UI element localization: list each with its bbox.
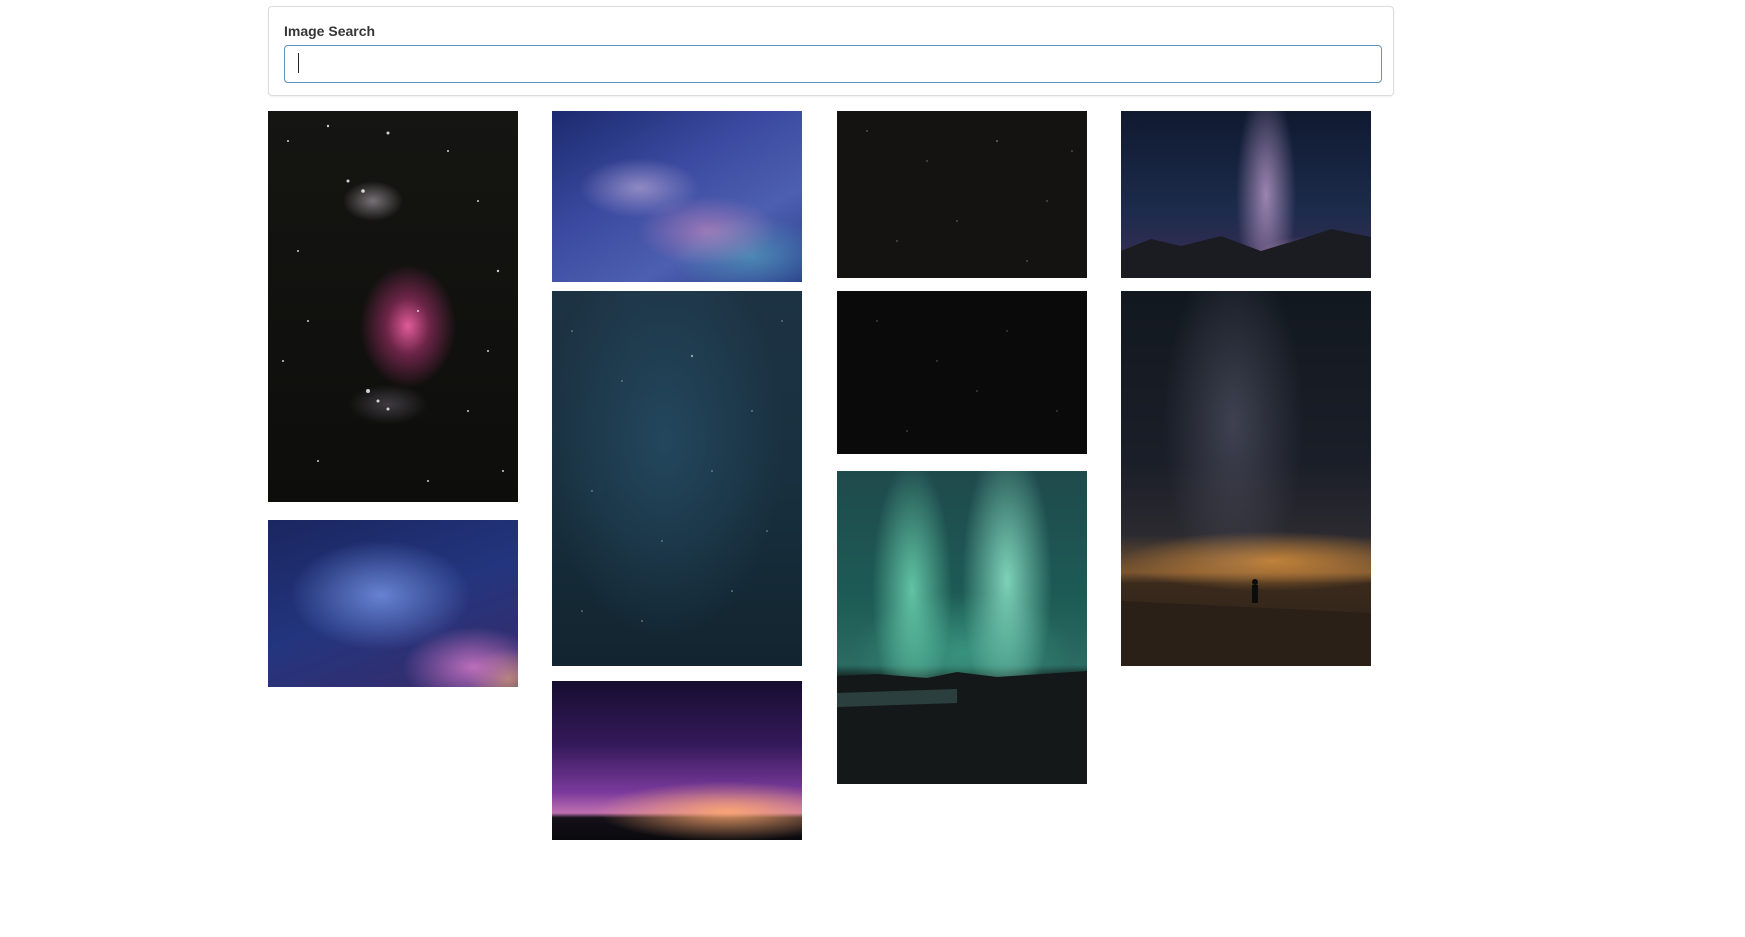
text-cursor xyxy=(298,53,299,73)
star-field-overlay xyxy=(571,320,783,622)
search-label: Image Search xyxy=(284,23,376,39)
gallery-image-teal-star-field[interactable] xyxy=(552,291,802,666)
landscape-silhouette xyxy=(837,671,1087,784)
gallery-image-aurora-borealis[interactable] xyxy=(837,471,1087,784)
star-field-overlay xyxy=(866,130,1073,262)
star-field-overlay xyxy=(282,124,504,482)
search-card: Image Search xyxy=(268,6,1394,96)
gallery-image-blue-milky-way[interactable] xyxy=(552,111,802,282)
gallery-image-dark-star-field-2[interactable] xyxy=(837,291,1087,454)
gallery-image-orion-nebula[interactable] xyxy=(268,111,518,502)
gallery-image-dark-star-field-1[interactable] xyxy=(837,111,1087,278)
star-field-overlay xyxy=(876,320,1058,432)
gallery-image-blue-purple-galaxy[interactable] xyxy=(268,520,518,687)
gallery-image-milky-way-person[interactable] xyxy=(1121,291,1371,666)
gallery-image-milky-way-mountains[interactable] xyxy=(1121,111,1371,278)
person-silhouette xyxy=(1121,579,1371,666)
mountain-silhouette xyxy=(1121,229,1371,278)
search-input[interactable] xyxy=(284,45,1382,83)
gallery-image-purple-horizon[interactable] xyxy=(552,681,802,840)
